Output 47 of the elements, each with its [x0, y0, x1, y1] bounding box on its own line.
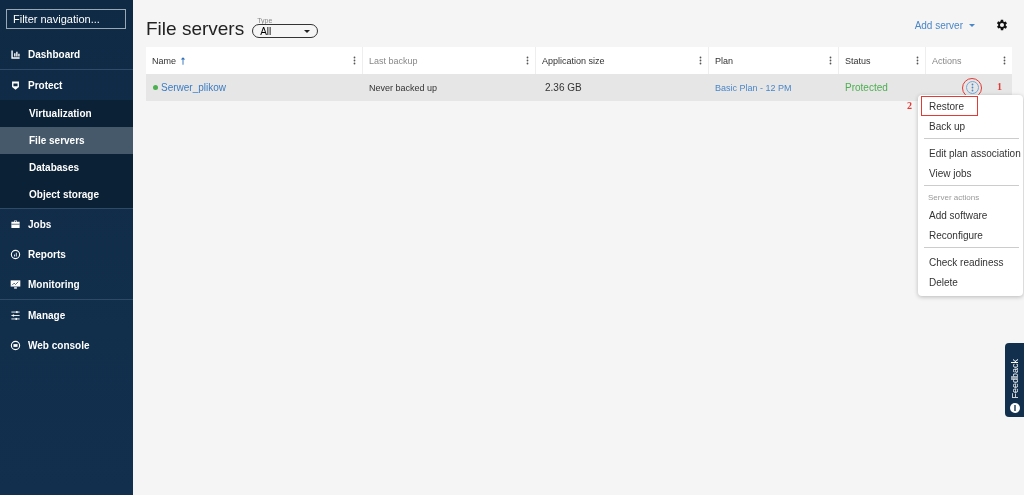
- menu-item[interactable]: Edit plan association: [918, 143, 1023, 163]
- column-header[interactable]: Name: [146, 47, 362, 74]
- sliders-icon: [10, 309, 21, 321]
- nav-item[interactable]: Protect: [0, 70, 133, 100]
- menu-item[interactable]: Reconfigure: [918, 225, 1023, 245]
- column-menu-icon[interactable]: [1003, 56, 1006, 65]
- menu-item[interactable]: Back up: [918, 116, 1023, 136]
- caret-icon: [969, 24, 975, 27]
- status-text: Protected: [845, 82, 888, 93]
- dashboard-icon: [10, 48, 21, 60]
- menu-section-label: Server actions: [927, 192, 981, 204]
- nav-item[interactable]: Jobs: [0, 209, 133, 239]
- table-cell: Never backed up: [369, 82, 438, 93]
- menu-item[interactable]: View jobs: [918, 163, 1023, 183]
- table-cell-text: 2.36 GB: [544, 82, 582, 93]
- nav-item[interactable]: Dashboard: [0, 39, 133, 69]
- menu-item[interactable]: Add software: [918, 205, 1023, 225]
- feedback-tab[interactable]: Feedback: [1005, 343, 1024, 417]
- caret-icon: [304, 29, 311, 33]
- column-menu-icon[interactable]: [699, 56, 702, 65]
- settings-icon[interactable]: [995, 18, 1009, 32]
- column-menu-icon[interactable]: [829, 56, 832, 65]
- gauge-icon: [10, 248, 21, 260]
- server-link[interactable]: Serwer_plikow: [161, 82, 227, 93]
- nav-subitem[interactable]: Virtualization: [0, 100, 133, 127]
- filter-field[interactable]: Filter navigation...: [6, 9, 126, 29]
- menu-item[interactable]: Delete: [918, 272, 1023, 292]
- more-icon: [970, 83, 974, 92]
- step-number: 1: [997, 81, 1002, 92]
- add-server-button[interactable]: Add server: [908, 19, 981, 32]
- briefcase-icon: [10, 218, 21, 230]
- nav-item[interactable]: Monitoring: [0, 269, 133, 299]
- shield-icon: [10, 79, 21, 91]
- nav-subitem[interactable]: Object storage: [0, 181, 133, 208]
- menu-item[interactable]: Restore: [921, 96, 978, 116]
- nav-item[interactable]: Manage: [0, 300, 133, 330]
- step-number: 2: [907, 100, 912, 111]
- nav-subitem[interactable]: Databases: [0, 154, 133, 181]
- column-menu-icon[interactable]: [526, 56, 529, 65]
- monitor-icon: [10, 278, 21, 290]
- nav-subitem[interactable]: File servers: [0, 127, 133, 154]
- menu-item[interactable]: Check readiness: [918, 252, 1023, 272]
- column-menu-icon[interactable]: [916, 56, 919, 65]
- column-menu-icon[interactable]: [353, 56, 356, 65]
- nav-item[interactable]: Web console: [0, 330, 133, 360]
- nav-item[interactable]: Reports: [0, 239, 133, 269]
- page-title: File servers: [146, 18, 245, 40]
